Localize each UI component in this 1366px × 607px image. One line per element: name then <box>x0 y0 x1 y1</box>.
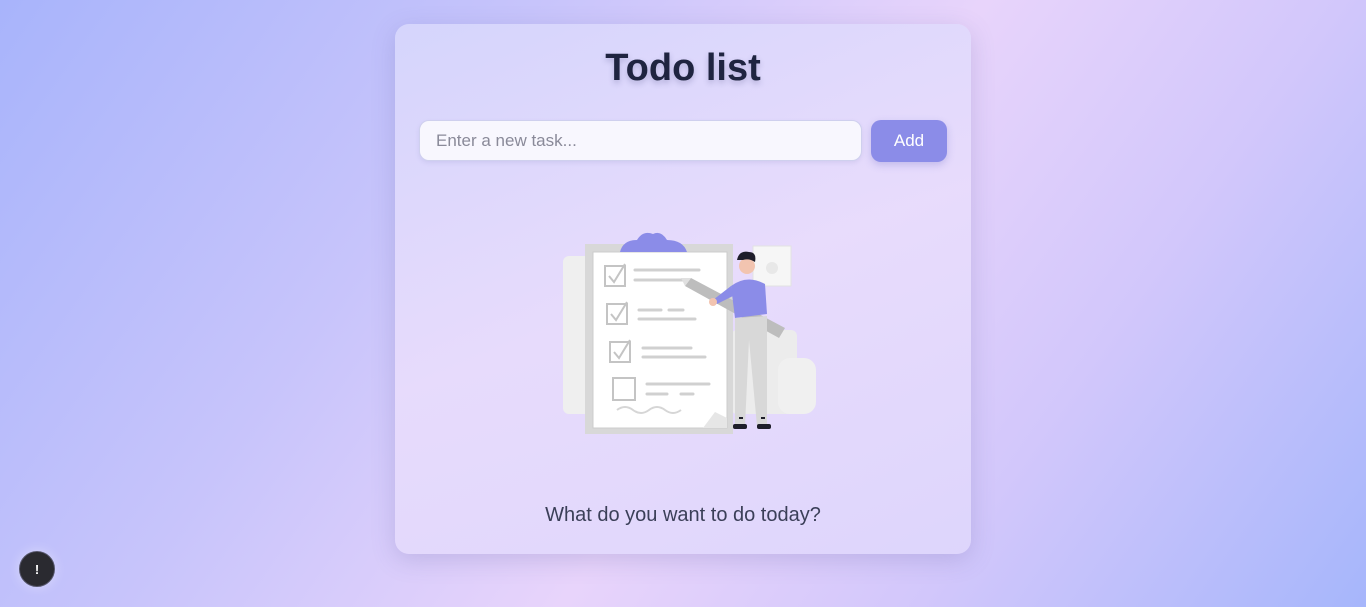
new-task-input[interactable] <box>419 120 862 161</box>
alert-icon[interactable]: ! <box>19 551 55 587</box>
frame-plant <box>766 262 778 274</box>
todo-card: Todo list Add <box>395 24 971 554</box>
empty-state-message: What do you want to do today? <box>545 504 821 526</box>
checklist-person-illustration <box>563 232 816 434</box>
chair-arm-shape <box>778 358 816 414</box>
add-task-button[interactable]: Add <box>871 120 947 162</box>
page-title: Todo list <box>605 47 761 89</box>
clipboard-paper <box>592 251 728 429</box>
clipboard-clip <box>620 232 687 252</box>
